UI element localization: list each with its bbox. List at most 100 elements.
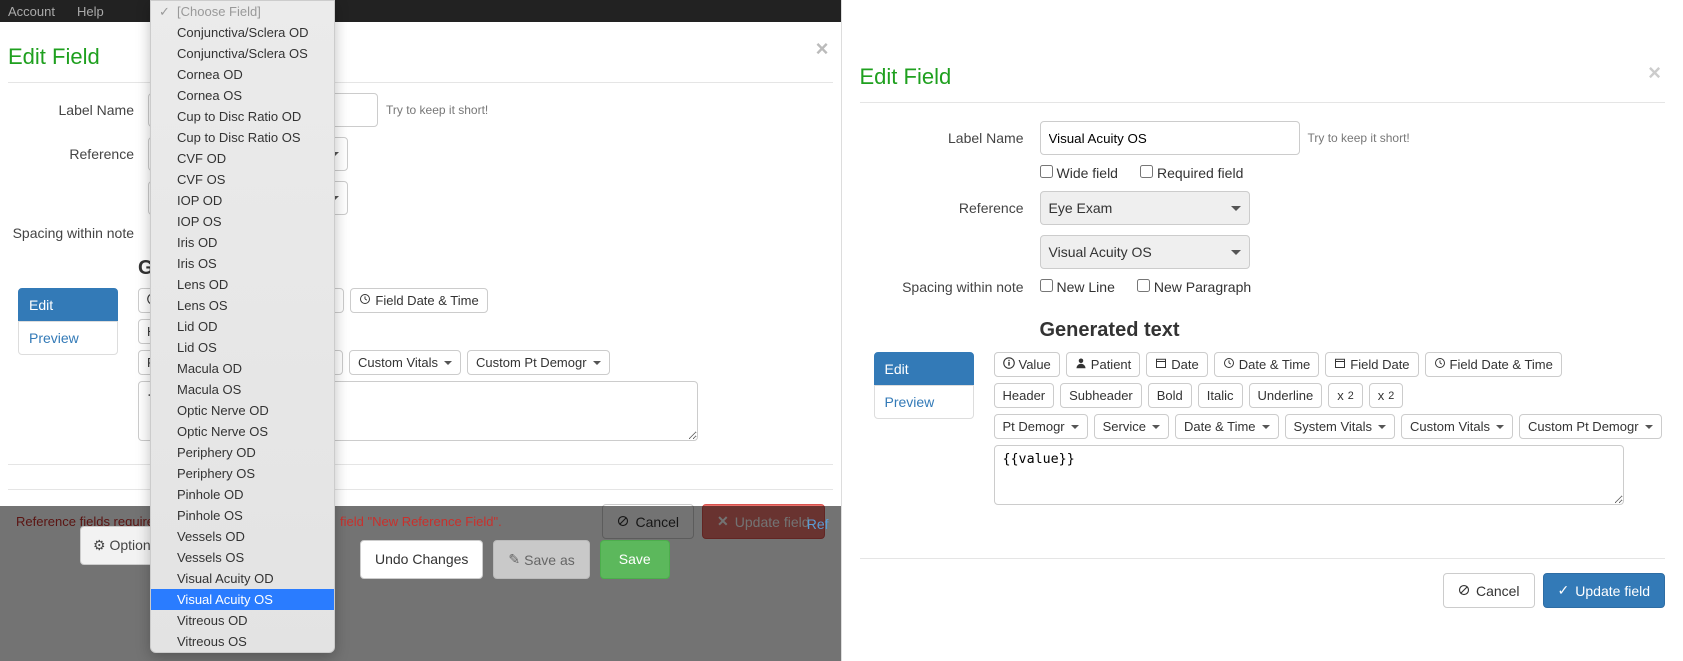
dropdown-item[interactable]: Vessels OS bbox=[151, 547, 334, 568]
pill-custom-vitals[interactable]: Custom Vitals bbox=[1401, 414, 1513, 439]
tab-preview[interactable]: Preview bbox=[18, 321, 118, 355]
dropdown-item[interactable]: Pinhole OS bbox=[151, 505, 334, 526]
modal-title: Edit Field bbox=[860, 20, 1666, 98]
label-name-hint: Try to keep it short! bbox=[386, 103, 488, 117]
undo-changes-button[interactable]: Undo Changes bbox=[360, 540, 483, 579]
dropdown-item[interactable]: Cornea OD bbox=[151, 64, 334, 85]
nav-account[interactable]: Account bbox=[8, 4, 55, 19]
pill-field-date-time[interactable]: Field Date & Time bbox=[1425, 352, 1562, 377]
dropdown-item[interactable]: Optic Nerve OS bbox=[151, 421, 334, 442]
dropdown-item[interactable]: Visual Acuity OD bbox=[151, 568, 334, 589]
pill-service[interactable]: Service bbox=[1094, 414, 1169, 439]
tab-preview[interactable]: Preview bbox=[874, 385, 974, 419]
dropdown-item[interactable]: CVF OS bbox=[151, 169, 334, 190]
dropdown-item[interactable]: Periphery OS bbox=[151, 463, 334, 484]
dropdown-item[interactable]: Iris OS bbox=[151, 253, 334, 274]
dropdown-item[interactable]: Vitreous OD bbox=[151, 610, 334, 631]
dropdown-item[interactable]: Lid OD bbox=[151, 316, 334, 337]
dropdown-item[interactable]: Pinhole OD bbox=[151, 484, 334, 505]
dropdown-item[interactable]: Cup to Disc Ratio OD bbox=[151, 106, 334, 127]
info-icon bbox=[1003, 357, 1015, 372]
dropdown-item[interactable]: Lid OS bbox=[151, 337, 334, 358]
close-icon[interactable]: × bbox=[1648, 60, 1661, 86]
dropdown-placeholder[interactable]: [Choose Field] bbox=[151, 1, 334, 22]
pill-value[interactable]: Value bbox=[994, 352, 1060, 377]
tab-edit[interactable]: Edit bbox=[18, 288, 118, 322]
label-name-input[interactable] bbox=[1040, 121, 1300, 155]
ref-link[interactable]: Ref bbox=[807, 516, 829, 532]
generated-heading: Generated text bbox=[860, 305, 1666, 352]
pill-custom-pt-demogr[interactable]: Custom Pt Demogr bbox=[1519, 414, 1662, 439]
pill-italic[interactable]: Italic bbox=[1198, 383, 1243, 408]
pill-pt-demogr[interactable]: Pt Demogr bbox=[994, 414, 1088, 439]
pill-custom-pt-demogr[interactable]: Custom Pt Demogr bbox=[467, 350, 610, 375]
calendar-icon bbox=[1155, 357, 1167, 372]
dropdown-item[interactable]: Conjunctiva/Sclera OS bbox=[151, 43, 334, 64]
label-name-lbl: Label Name bbox=[8, 102, 148, 118]
dropdown-item[interactable]: Optic Nerve OD bbox=[151, 400, 334, 421]
dropdown-item[interactable]: CVF OD bbox=[151, 148, 334, 169]
clock-icon bbox=[1434, 357, 1446, 372]
pill-custom-vitals[interactable]: Custom Vitals bbox=[349, 350, 461, 375]
divider bbox=[860, 102, 1666, 103]
ref-field-text: field "New Reference Field". bbox=[340, 514, 502, 529]
dropdown-item[interactable]: Lens OD bbox=[151, 274, 334, 295]
cancel-button[interactable]: Cancel bbox=[1443, 573, 1535, 608]
user-icon bbox=[1075, 357, 1087, 372]
generated-heading: Ger bbox=[8, 251, 833, 288]
pill-date-time-menu[interactable]: Date & Time bbox=[1175, 414, 1279, 439]
required-field-checkbox[interactable]: Required field bbox=[1140, 165, 1243, 181]
save-button[interactable]: Save bbox=[600, 540, 670, 579]
pill-date[interactable]: Date bbox=[1146, 352, 1207, 377]
tab-edit[interactable]: Edit bbox=[874, 352, 974, 386]
dropdown-item[interactable]: Macula OD bbox=[151, 358, 334, 379]
reference-lbl: Reference bbox=[8, 146, 148, 162]
dropdown-item[interactable]: IOP OS bbox=[151, 211, 334, 232]
pill-subscript[interactable]: x2 bbox=[1328, 383, 1363, 408]
dropdown-item[interactable]: Vessels OD bbox=[151, 526, 334, 547]
spacing-lbl: Spacing within note bbox=[8, 225, 148, 241]
check-icon: ✓ bbox=[1558, 582, 1570, 599]
dropdown-item[interactable]: Iris OD bbox=[151, 232, 334, 253]
divider bbox=[8, 464, 833, 465]
reference-select-1[interactable]: Eye Exam bbox=[1040, 191, 1250, 225]
pencil-icon: ✎ bbox=[508, 551, 520, 568]
dropdown-item[interactable]: Cornea OS bbox=[151, 85, 334, 106]
newparagraph-checkbox[interactable]: New Paragraph bbox=[1137, 279, 1251, 295]
pill-field-date[interactable]: Field Date bbox=[1325, 352, 1418, 377]
pill-date-time[interactable]: Date & Time bbox=[1214, 352, 1320, 377]
save-as-button[interactable]: ✎Save as bbox=[493, 540, 589, 579]
update-field-button[interactable]: ✓Update field bbox=[1543, 573, 1665, 608]
calendar-icon bbox=[1334, 357, 1346, 372]
close-icon[interactable]: × bbox=[816, 36, 829, 62]
label-name-hint: Try to keep it short! bbox=[1308, 131, 1410, 145]
pill-underline[interactable]: Underline bbox=[1249, 383, 1323, 408]
dropdown-item[interactable]: Conjunctiva/Sclera OD bbox=[151, 22, 334, 43]
generated-text-input[interactable] bbox=[994, 445, 1624, 505]
pill-patient[interactable]: Patient bbox=[1066, 352, 1140, 377]
dropdown-item[interactable]: IOP OD bbox=[151, 190, 334, 211]
pill-subheader[interactable]: Subheader bbox=[1060, 383, 1142, 408]
wide-field-checkbox[interactable]: Wide field bbox=[1040, 165, 1118, 181]
dropdown-item[interactable]: Macula OS bbox=[151, 379, 334, 400]
field-dropdown[interactable]: [Choose Field]Conjunctiva/Sclera ODConju… bbox=[150, 0, 335, 653]
dropdown-item[interactable]: Visual Acuity OS bbox=[151, 589, 334, 610]
dropdown-item[interactable]: Periphery OD bbox=[151, 442, 334, 463]
gear-icon: ⚙ bbox=[93, 537, 106, 553]
pill-field-date-time[interactable]: Field Date & Time bbox=[350, 288, 487, 313]
reference-lbl: Reference bbox=[860, 200, 1040, 216]
ban-icon bbox=[1458, 583, 1470, 599]
pill-superscript[interactable]: x2 bbox=[1369, 383, 1404, 408]
spacing-lbl: Spacing within note bbox=[860, 279, 1040, 295]
dropdown-item[interactable]: Cup to Disc Ratio OS bbox=[151, 127, 334, 148]
dropdown-item[interactable]: Vitreous OS bbox=[151, 631, 334, 652]
newline-checkbox[interactable]: New Line bbox=[1040, 279, 1115, 295]
pill-system-vitals[interactable]: System Vitals bbox=[1285, 414, 1396, 439]
nav-help[interactable]: Help bbox=[77, 4, 104, 19]
divider bbox=[8, 82, 833, 83]
backdrop-content: ⚙ Options field "New Reference Field". U… bbox=[0, 506, 841, 661]
reference-select-2[interactable]: Visual Acuity OS bbox=[1040, 235, 1250, 269]
dropdown-item[interactable]: Lens OS bbox=[151, 295, 334, 316]
pill-header[interactable]: Header bbox=[994, 383, 1055, 408]
pill-bold[interactable]: Bold bbox=[1148, 383, 1192, 408]
